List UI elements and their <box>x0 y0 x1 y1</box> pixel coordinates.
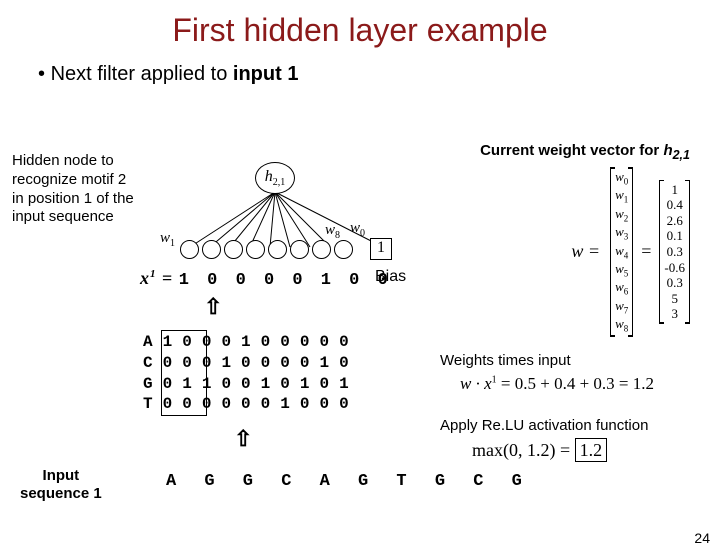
left-note-l1: Hidden node to <box>12 152 134 171</box>
right-note-prefix: Current weight vector for <box>480 142 663 159</box>
weights-times-input-label: Weights times input <box>440 352 571 369</box>
right-note-sub: 2,1 <box>673 148 690 162</box>
left-note-l4: input sequence <box>12 208 134 227</box>
w8-label: w8 <box>325 222 340 241</box>
w0-label: w0 <box>350 220 365 239</box>
weight-vector: w = w0w1w2w3w4w5w6w7w8 = 10.42.60.10.3-0… <box>571 167 690 337</box>
bullet-bold: input 1 <box>233 63 299 85</box>
node-sub: 2,1 <box>273 177 286 188</box>
bias-label: Bias <box>375 268 406 286</box>
x1-eq: = <box>157 268 179 288</box>
w-labels-col: w0w1w2w3w4w5w6w7w8 <box>610 167 633 337</box>
input-node <box>246 240 265 259</box>
input-seq-l2: sequence 1 <box>20 485 102 503</box>
right-annotation: Current weight vector for h2,1 <box>480 142 690 162</box>
relu-label: Apply Re.LU activation function <box>440 417 648 434</box>
right-note-h: h <box>663 142 672 159</box>
input-node <box>180 240 199 259</box>
relu-equation: max(0, 1.2) = 1.2 max(0, 1.2) = 1.2 <box>472 440 607 461</box>
x1-vector: x1 = 1 0 0 0 0 1 0 0 <box>140 268 392 290</box>
input-seq-l1: Input <box>20 467 102 485</box>
eq2-lhs: w · x <box>460 374 492 393</box>
input-node <box>312 240 331 259</box>
onehot-matrix: A1000100000C0001000010G0110010101T000000… <box>138 332 354 415</box>
network-diagram: h2,1 1 w1 w8 w0 <box>155 162 395 262</box>
slide-title: First hidden layer example <box>0 12 720 49</box>
bias-node: 1 <box>370 238 392 260</box>
left-annotation: Hidden node to recognize motif 2 in posi… <box>12 152 134 227</box>
input-node <box>224 240 243 259</box>
w-values-col: 10.42.60.10.3-0.60.353 <box>659 180 690 324</box>
relu-result-box: 1.2 <box>575 438 608 462</box>
bullet-prefix: Next filter applied to <box>51 63 233 85</box>
input-node <box>334 240 353 259</box>
up-arrow-icon: ⇧ <box>234 426 252 452</box>
node-label: h <box>265 168 273 185</box>
dot-product-equation: w · x1 = 0.5 + 0.4 + 0.3 = 1.2 <box>460 374 654 394</box>
x1-values: 1 0 0 0 0 1 0 0 <box>179 271 392 290</box>
eq2-rhs: = 0.5 + 0.4 + 0.3 = 1.2 <box>497 374 654 393</box>
sequence-row: A G G C A G T G C G <box>166 472 531 491</box>
left-note-l3: in position 1 of the <box>12 190 134 209</box>
w1-label: w1 <box>160 230 175 249</box>
input-nodes <box>180 240 353 259</box>
input-node <box>290 240 309 259</box>
input-sequence-label: Input sequence 1 <box>20 467 102 503</box>
up-arrow-icon: ⇧ <box>204 294 222 320</box>
page-number: 24 <box>694 530 710 546</box>
hidden-node: h2,1 <box>255 162 295 194</box>
left-note-l2: recognize motif 2 <box>12 171 134 190</box>
w-eq: w = <box>571 241 600 262</box>
input-node <box>268 240 287 259</box>
x1-var: x1 <box>140 268 157 288</box>
bullet-line: Next filter applied to input 1 <box>38 63 720 86</box>
input-node <box>202 240 221 259</box>
